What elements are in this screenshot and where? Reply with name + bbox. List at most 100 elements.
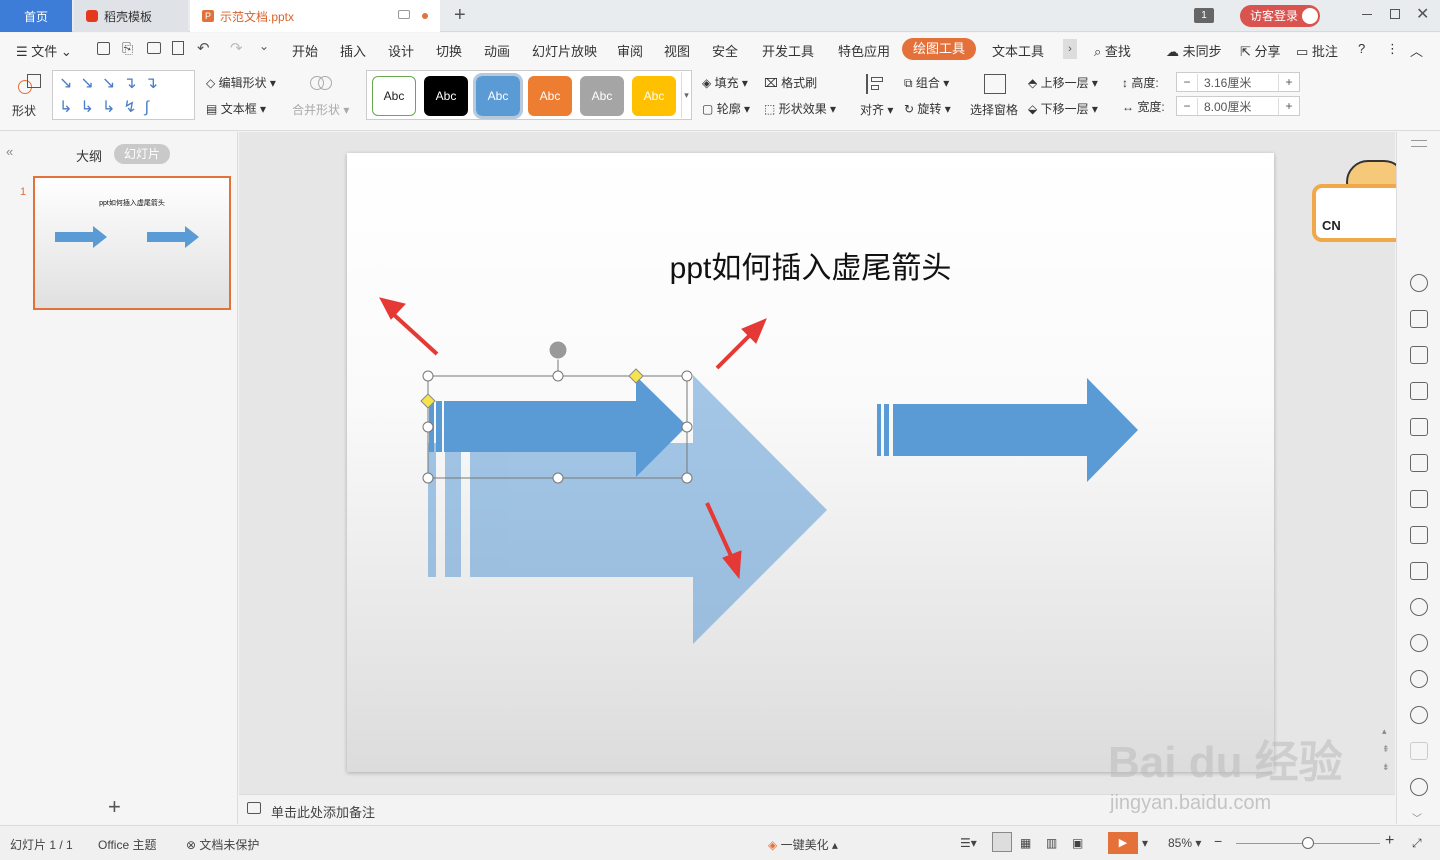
prev-slide-icon[interactable]: ⇞ bbox=[1382, 744, 1390, 755]
tab-slides[interactable]: 幻灯片 bbox=[114, 144, 170, 164]
restore-icon[interactable] bbox=[1390, 9, 1400, 19]
normal-view-icon[interactable] bbox=[992, 832, 1012, 852]
shape-button[interactable]: 形状 bbox=[10, 72, 50, 122]
monitor-icon[interactable] bbox=[398, 10, 410, 19]
menu-features[interactable]: 特色应用 bbox=[838, 41, 890, 60]
help-button[interactable]: ? bbox=[1358, 41, 1365, 56]
collapse-ribbon-icon[interactable]: ︿ bbox=[1410, 41, 1423, 60]
height-increase-button[interactable]: + bbox=[1279, 75, 1299, 89]
print-preview-icon[interactable] bbox=[172, 41, 184, 55]
zoom-dropdown[interactable]: 85% ▾ bbox=[1168, 836, 1201, 850]
protect-status[interactable]: ⊗ 文档未保护 bbox=[186, 836, 259, 853]
more-icon[interactable]: ⋮ bbox=[1386, 41, 1399, 57]
cube-icon[interactable] bbox=[1410, 742, 1428, 760]
fill-button[interactable]: ◈ 填充 ▾ bbox=[702, 74, 748, 91]
table-icon[interactable] bbox=[1410, 310, 1428, 328]
tab-document[interactable]: P 示范文档.pptx bbox=[190, 0, 440, 32]
height-value[interactable]: 3.16厘米 bbox=[1197, 73, 1279, 91]
shape-palette-icon[interactable] bbox=[1410, 274, 1428, 292]
sidebar-collapse-icon[interactable]: ﹀ bbox=[1412, 810, 1422, 825]
grid-icon[interactable] bbox=[1410, 346, 1428, 364]
tab-outline[interactable]: 大纲 bbox=[76, 146, 102, 165]
login-button[interactable]: 访客登录 bbox=[1240, 5, 1320, 27]
zoom-in-button[interactable]: + bbox=[1385, 832, 1394, 850]
export-icon[interactable] bbox=[1410, 490, 1428, 508]
style-blue[interactable]: Abc bbox=[473, 73, 523, 119]
line-shapes-row-1[interactable]: ↘↘↘↴↴ bbox=[59, 73, 166, 93]
menu-developer[interactable]: 开发工具 bbox=[762, 41, 814, 60]
location-icon[interactable] bbox=[1410, 778, 1428, 796]
fit-window-icon[interactable]: ⤢ bbox=[1412, 836, 1422, 851]
close-icon[interactable]: ✕ bbox=[1416, 4, 1429, 24]
file-menu[interactable]: ☰ 文件 ⌄ bbox=[16, 41, 72, 60]
menu-drawing-tools[interactable]: 绘图工具 bbox=[902, 38, 976, 60]
help-circle-icon[interactable] bbox=[1410, 706, 1428, 724]
beautify-button[interactable]: ◈ 一键美化 ▴ bbox=[768, 836, 838, 853]
reading-view-icon[interactable]: ▥ bbox=[1046, 836, 1057, 850]
menu-scroll-icon[interactable]: › bbox=[1063, 39, 1077, 59]
selection-pane-button[interactable]: 选择窗格 bbox=[970, 101, 1018, 118]
add-slide-button[interactable]: + bbox=[108, 794, 121, 820]
collapse-panel-icon[interactable]: « bbox=[6, 144, 13, 159]
style-black[interactable]: Abc bbox=[424, 76, 468, 116]
width-value[interactable]: 8.00厘米 bbox=[1197, 97, 1279, 115]
archive-icon[interactable] bbox=[1410, 526, 1428, 544]
menu-start[interactable]: 开始 bbox=[292, 41, 318, 60]
audio-icon[interactable] bbox=[1410, 598, 1428, 616]
height-decrease-button[interactable]: − bbox=[1177, 75, 1197, 89]
menu-animation[interactable]: 动画 bbox=[484, 41, 510, 60]
zoom-out-button[interactable]: − bbox=[1214, 833, 1222, 849]
group-button[interactable]: ⧉ 组合 ▾ bbox=[904, 74, 949, 91]
minimize-icon[interactable] bbox=[1362, 14, 1372, 15]
style-orange[interactable]: Abc bbox=[528, 76, 572, 116]
undo-icon[interactable]: ↶ bbox=[197, 39, 210, 57]
sorter-view-icon[interactable]: ▦ bbox=[1020, 836, 1031, 850]
height-field[interactable]: −3.16厘米 + bbox=[1176, 72, 1300, 92]
comment-button[interactable]: ▭ 批注 bbox=[1296, 41, 1338, 60]
theme-name[interactable]: Office 主题 bbox=[98, 836, 156, 853]
width-field[interactable]: −8.00厘米 + bbox=[1176, 96, 1300, 116]
slide-thumbnail[interactable]: ppt如何插入虚尾箭头 bbox=[33, 176, 231, 310]
outline-button[interactable]: ▢ 轮廓 ▾ bbox=[702, 100, 750, 117]
sync-button[interactable]: ☁ 未同步 bbox=[1166, 41, 1222, 60]
chart-icon[interactable] bbox=[1410, 382, 1428, 400]
style-white[interactable]: Abc bbox=[372, 76, 416, 116]
format-painter-button[interactable]: ⌧ 格式刷 bbox=[764, 74, 817, 91]
merge-shape-button[interactable]: 合并形状 ▾ bbox=[292, 101, 349, 118]
zoom-slider-knob[interactable] bbox=[1302, 837, 1314, 849]
styles-more-icon[interactable]: ▾ bbox=[681, 72, 691, 118]
send-backward-button[interactable]: ⬙ 下移一层 ▾ bbox=[1028, 100, 1098, 117]
image-gallery-icon[interactable] bbox=[1410, 454, 1428, 472]
menu-view[interactable]: 视图 bbox=[664, 41, 690, 60]
right-notched-arrow[interactable] bbox=[877, 378, 1138, 482]
tab-docer[interactable]: 稻壳模板 bbox=[74, 0, 188, 32]
bring-forward-button[interactable]: ⬘ 上移一层 ▾ bbox=[1028, 74, 1098, 91]
shield-icon[interactable] bbox=[1410, 634, 1428, 652]
width-decrease-button[interactable]: − bbox=[1177, 99, 1197, 113]
window-count-badge[interactable]: 1 bbox=[1194, 8, 1214, 23]
scroll-up-icon[interactable]: ▴ bbox=[1382, 726, 1387, 737]
tab-home[interactable]: 首页 bbox=[0, 0, 72, 32]
width-increase-button[interactable]: + bbox=[1279, 99, 1299, 113]
menu-design[interactable]: 设计 bbox=[388, 41, 414, 60]
notes-placeholder[interactable]: 单击此处添加备注 bbox=[271, 802, 375, 821]
presenter-view-icon[interactable]: ▣ bbox=[1072, 836, 1083, 850]
search-button[interactable]: ⌕ 查找 bbox=[1094, 41, 1131, 60]
notes-toggle-icon[interactable]: ☰▾ bbox=[960, 836, 977, 850]
menu-review[interactable]: 审阅 bbox=[617, 41, 643, 60]
play-options-icon[interactable]: ▾ bbox=[1142, 836, 1148, 850]
align-button[interactable]: 对齐 ▾ bbox=[860, 101, 893, 118]
shape-effect-button[interactable]: ⬚ 形状效果 ▾ bbox=[764, 100, 836, 117]
redo-icon[interactable]: ↷ bbox=[230, 39, 243, 57]
picture-icon[interactable] bbox=[1410, 562, 1428, 580]
menu-text-tools[interactable]: 文本工具 bbox=[992, 41, 1044, 60]
share-button[interactable]: ⇱ 分享 bbox=[1240, 41, 1281, 60]
history-icon[interactable] bbox=[1410, 670, 1428, 688]
print-icon[interactable] bbox=[147, 42, 161, 54]
save-icon[interactable] bbox=[97, 42, 110, 55]
format-icon[interactable]: ⎘ bbox=[122, 40, 133, 57]
menu-transition[interactable]: 切换 bbox=[436, 41, 462, 60]
menu-slideshow[interactable]: 幻灯片放映 bbox=[532, 41, 597, 60]
more-quick-icon[interactable]: ⌄ bbox=[259, 39, 269, 53]
menu-security[interactable]: 安全 bbox=[712, 41, 738, 60]
